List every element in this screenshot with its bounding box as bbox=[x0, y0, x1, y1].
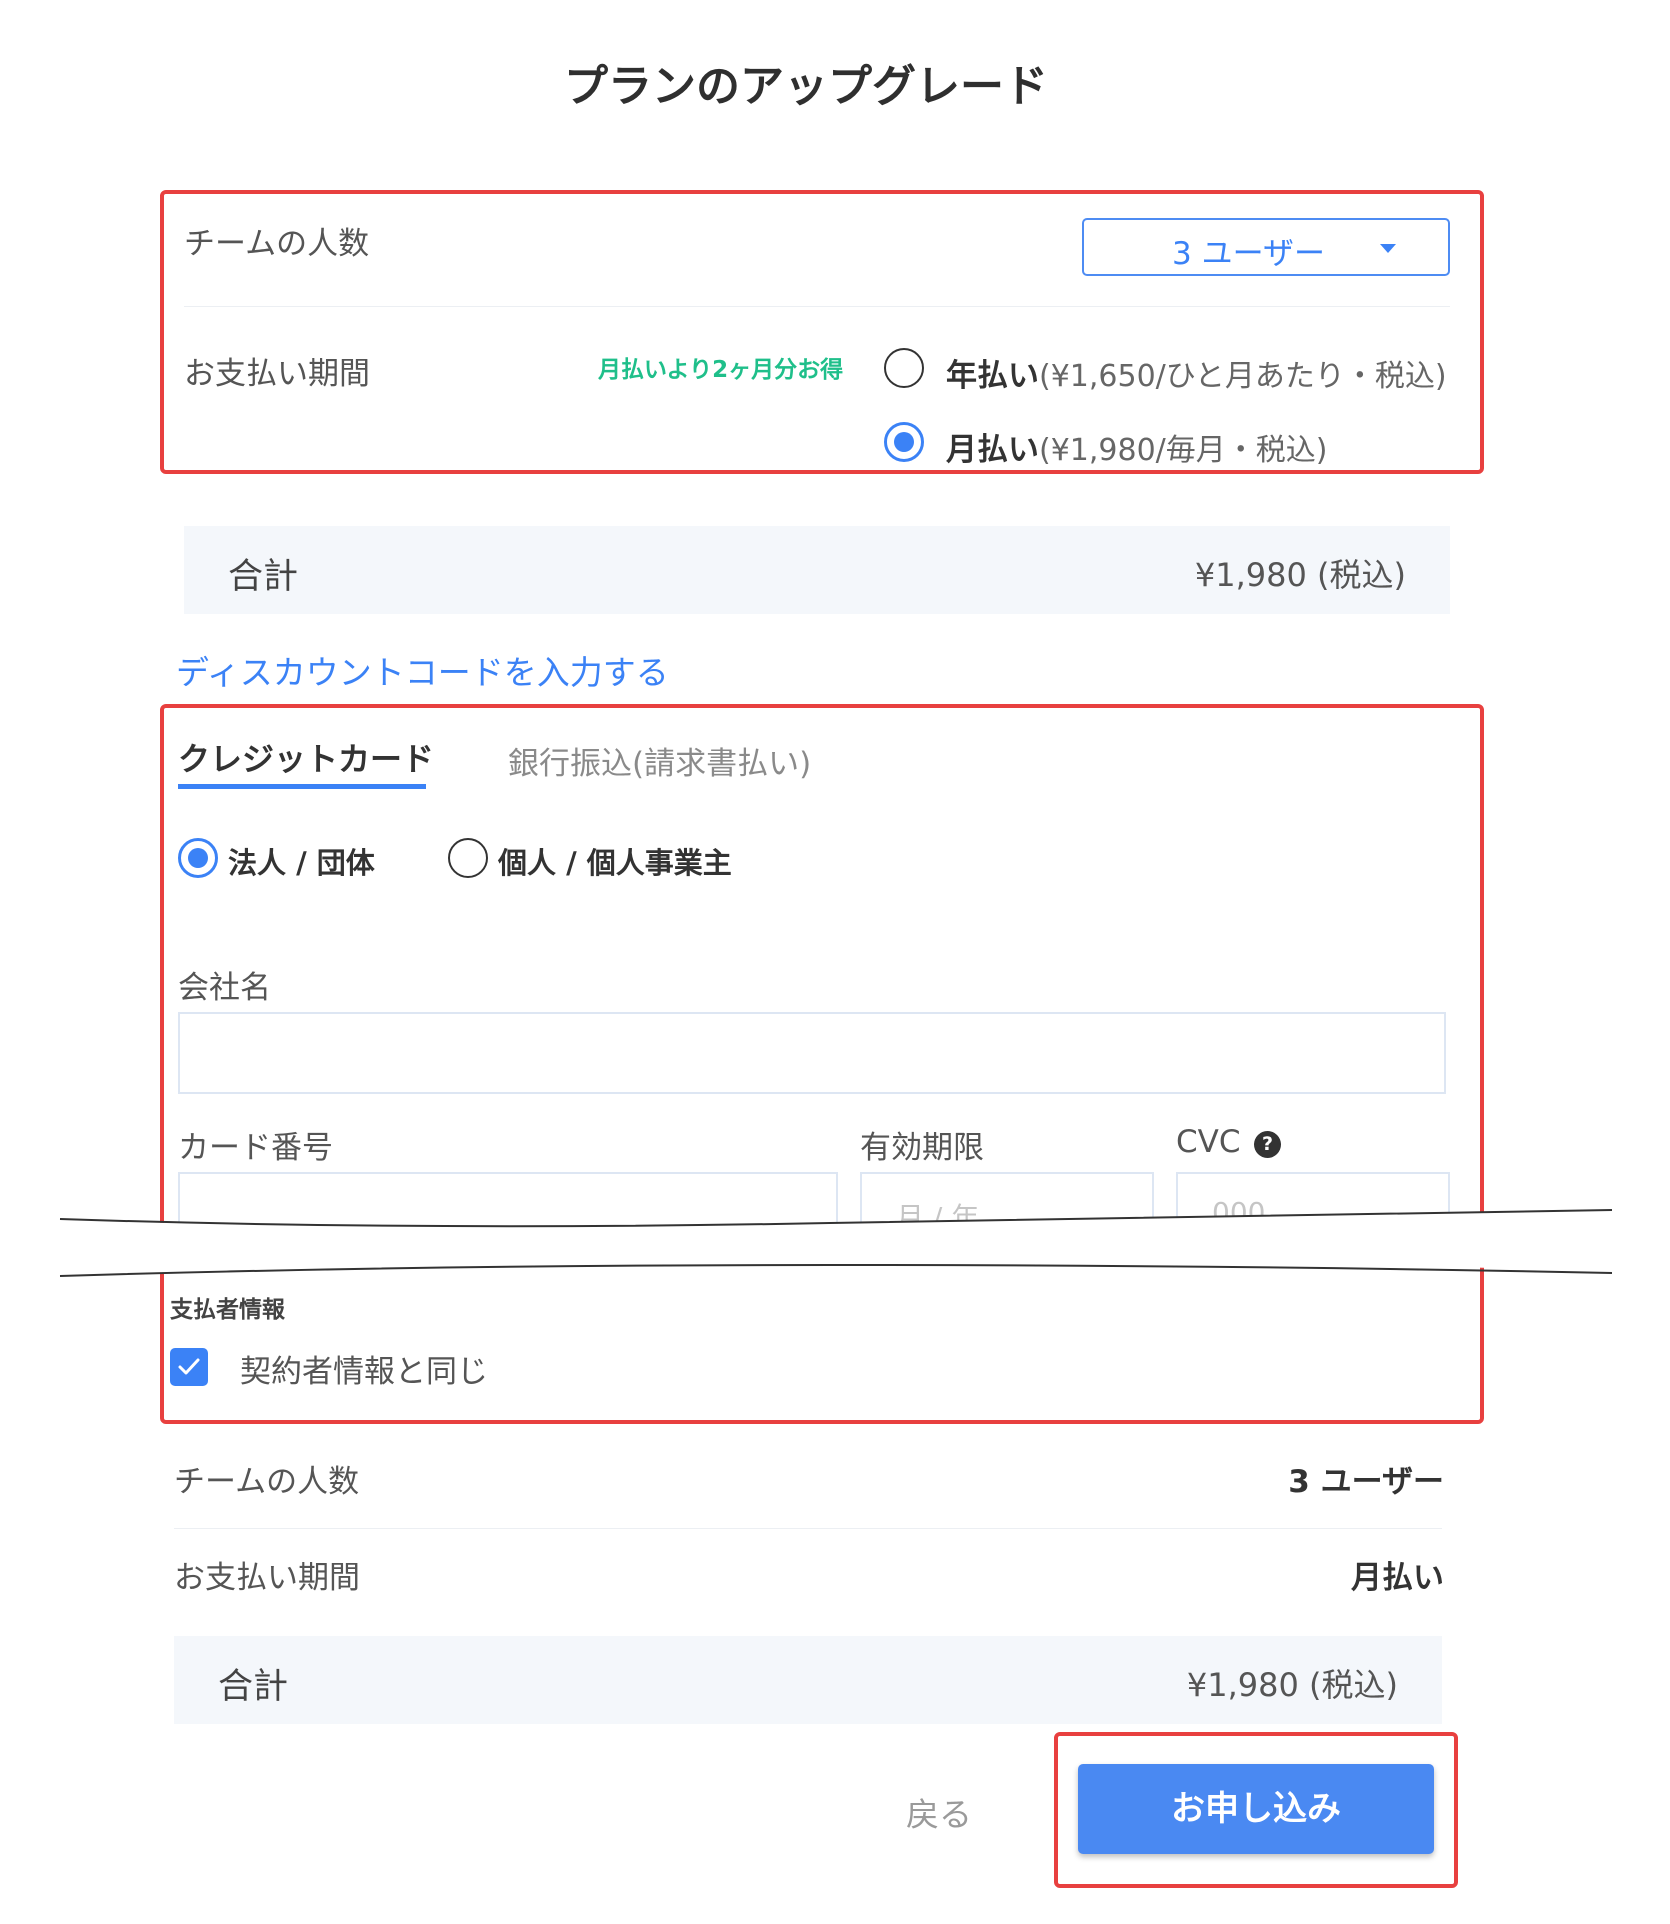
help-icon[interactable]: ? bbox=[1254, 1131, 1281, 1158]
annual-radio[interactable] bbox=[884, 348, 924, 388]
tab-credit-card-underline bbox=[178, 784, 426, 789]
team-size-label: チームの人数 bbox=[184, 226, 370, 262]
payer-info-label: 支払者情報 bbox=[170, 1297, 285, 1323]
expiry-label: 有効期限 bbox=[860, 1130, 984, 1166]
corporate-radio-label[interactable]: 法人 / 団体 bbox=[228, 840, 375, 882]
annual-option-price: (¥1,650/ひと月あたり・税込) bbox=[1039, 359, 1447, 394]
company-name-input[interactable] bbox=[178, 1012, 1446, 1094]
annual-option[interactable]: 年払い(¥1,650/ひと月あたり・税込) bbox=[946, 350, 1447, 395]
monthly-option-label: 月払い bbox=[946, 432, 1039, 468]
monthly-radio[interactable] bbox=[884, 422, 924, 462]
summary-team-size-label: チームの人数 bbox=[174, 1464, 360, 1500]
summary-period-value: 月払い bbox=[1351, 1560, 1444, 1596]
apply-button[interactable]: お申し込み bbox=[1078, 1764, 1434, 1854]
summary-total-value: ¥1,980 (税込) bbox=[1186, 1666, 1398, 1704]
company-name-label: 会社名 bbox=[178, 970, 271, 1006]
summary-divider bbox=[174, 1528, 1442, 1529]
promo-badge: 月払いより2ヶ月分お得 bbox=[598, 357, 844, 383]
summary-total-label: 合計 bbox=[218, 1667, 289, 1707]
same-as-contract-checkbox[interactable] bbox=[170, 1348, 208, 1386]
team-size-select[interactable]: 3 ユーザー bbox=[1082, 218, 1450, 276]
page-title: プランのアップグレード bbox=[564, 61, 1048, 112]
card-number-label: カード番号 bbox=[178, 1130, 333, 1166]
discount-code-link[interactable]: ディスカウントコードを入力する bbox=[176, 646, 669, 694]
total-bar: 合計 ¥1,980 (税込) bbox=[184, 526, 1450, 614]
same-as-contract-label[interactable]: 契約者情報と同じ bbox=[240, 1346, 488, 1391]
period-label: お支払い期間 bbox=[184, 356, 370, 392]
corporate-radio[interactable] bbox=[178, 838, 218, 878]
individual-radio[interactable] bbox=[448, 838, 488, 878]
summary-period-label: お支払い期間 bbox=[174, 1560, 360, 1596]
monthly-option-price: (¥1,980/毎月・税込) bbox=[1039, 433, 1328, 468]
tab-bank-transfer[interactable]: 銀行振込(請求書払い) bbox=[508, 738, 811, 783]
back-button[interactable]: 戻る bbox=[906, 1788, 972, 1836]
summary-total-bar: 合計 ¥1,980 (税込) bbox=[174, 1636, 1442, 1724]
total-label: 合計 bbox=[228, 557, 299, 597]
monthly-option[interactable]: 月払い(¥1,980/毎月・税込) bbox=[946, 424, 1328, 469]
individual-radio-label[interactable]: 個人 / 個人事業主 bbox=[498, 840, 732, 882]
annual-option-label: 年払い bbox=[946, 358, 1039, 394]
section-cut-wave bbox=[0, 1209, 1670, 1277]
team-size-select-value: 3 ユーザー bbox=[1172, 236, 1325, 272]
summary-team-size-value: 3 ユーザー bbox=[1288, 1464, 1444, 1500]
chevron-down-icon bbox=[1380, 244, 1396, 253]
check-icon bbox=[178, 1358, 200, 1375]
tab-credit-card[interactable]: クレジットカード bbox=[178, 734, 434, 780]
cvc-label: CVC bbox=[1176, 1124, 1241, 1160]
plan-divider bbox=[184, 306, 1450, 307]
total-value: ¥1,980 (税込) bbox=[1194, 556, 1406, 594]
